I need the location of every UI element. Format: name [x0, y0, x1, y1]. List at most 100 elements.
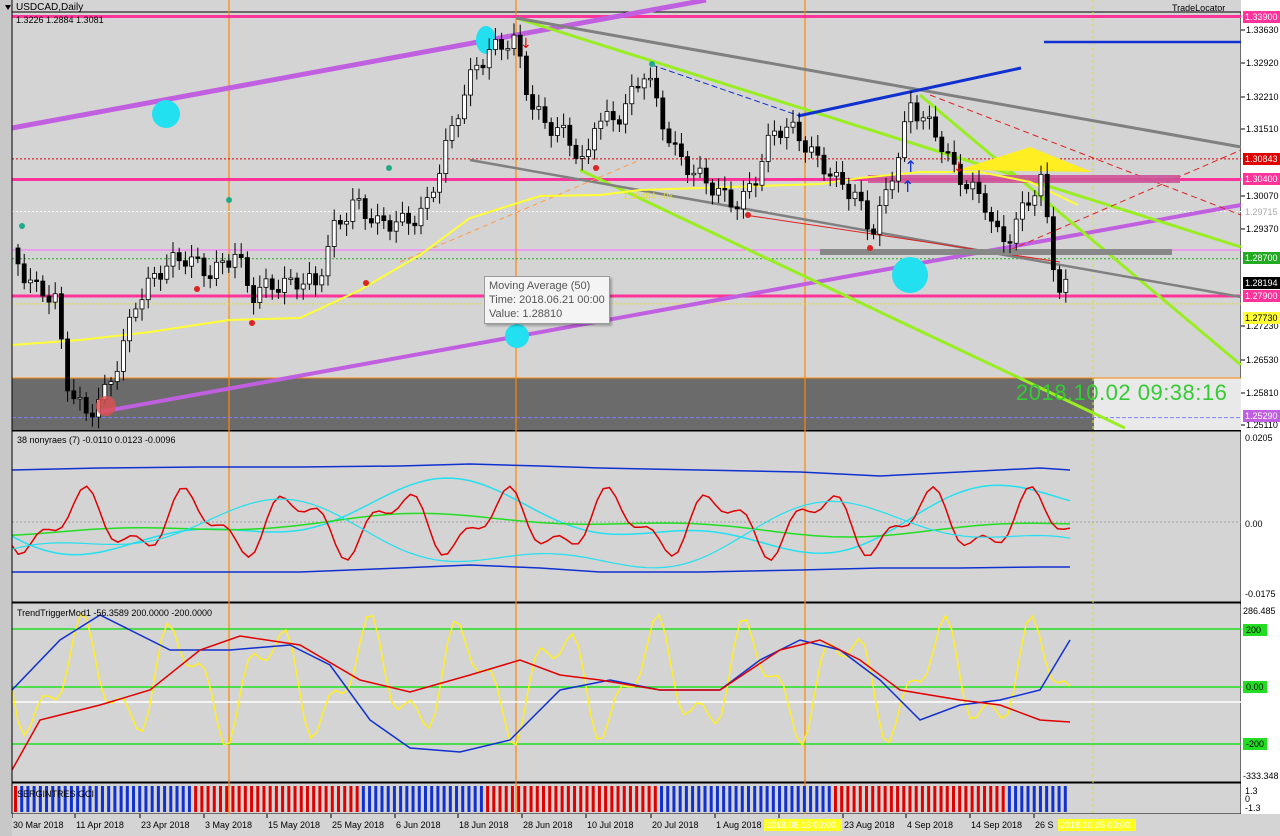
ind3-bar — [765, 786, 769, 812]
price-tick-label: 1.26530 — [1246, 355, 1279, 365]
ind3-bar — [579, 786, 583, 812]
candle-body — [207, 275, 213, 279]
candle-body — [59, 293, 64, 340]
ind3-bar — [840, 786, 844, 812]
time-label: 23 Apr 2018 — [141, 820, 190, 830]
candle-body — [536, 106, 542, 110]
ind3-bar — [492, 786, 496, 812]
candle-body — [1020, 202, 1025, 220]
ind3-bar — [330, 786, 334, 812]
candle-body — [40, 280, 46, 297]
candle-body — [300, 283, 306, 290]
ind3-bar — [212, 786, 216, 812]
chart-canvas[interactable]: ↑↑ ↓ ↓ 1.30484 - 0x 1.33630 1.32920 1.32210 1.3… — [0, 0, 1280, 836]
ind2-level-tag: 200 — [1246, 625, 1261, 635]
candle-body — [499, 38, 505, 50]
ind3-bar — [436, 786, 440, 812]
candle-body — [1013, 218, 1019, 244]
ind3-bar — [535, 786, 539, 812]
candle-body — [337, 220, 343, 225]
ind3-bar — [964, 786, 968, 812]
candle-body — [275, 288, 281, 293]
candle-body — [350, 199, 356, 222]
candle-body — [189, 256, 195, 267]
ind3-bar — [815, 786, 819, 812]
candle-body — [158, 273, 164, 280]
candle-body — [809, 146, 814, 153]
ind3-bar — [523, 786, 527, 812]
candle-body — [598, 120, 604, 129]
ind3-bar — [622, 786, 626, 812]
time-label: 18 Jun 2018 — [459, 820, 509, 830]
pivot-dot-1 — [19, 223, 25, 229]
cyan-marker-4 — [892, 257, 928, 293]
candle-body — [65, 338, 70, 392]
ind3-bar — [305, 786, 309, 812]
candle-body — [803, 140, 808, 153]
ind3-bar — [691, 786, 695, 812]
candle-body — [238, 253, 244, 258]
overlay-label: 1.30484 - 0x — [623, 191, 674, 201]
candle-body — [1007, 241, 1013, 244]
candle-body — [313, 273, 319, 286]
ind3-bar — [243, 786, 247, 812]
ind3-bar — [920, 786, 924, 812]
ind3-bar — [231, 786, 235, 812]
candle-body — [15, 247, 21, 265]
left-margin — [0, 0, 12, 836]
time-label: 20 Jul 2018 — [652, 820, 699, 830]
candle-body — [617, 119, 622, 125]
candle-body — [505, 48, 511, 51]
pivot-dot-9 — [745, 212, 751, 218]
price-tag-label: 1.28700 — [1245, 253, 1278, 263]
ind3-bar — [281, 786, 285, 812]
candle-body — [294, 277, 300, 290]
candle-body — [555, 127, 560, 136]
ind3-bar — [983, 786, 987, 812]
candle-body — [127, 316, 132, 342]
ind3-bar — [722, 786, 726, 812]
candle-body — [852, 191, 858, 200]
pane-1 — [11, 11, 1242, 431]
ind2-level-tag: 0.00 — [1246, 682, 1264, 692]
ind3-bar — [318, 786, 322, 812]
candle-body — [368, 218, 374, 224]
ind3-bar — [262, 786, 266, 812]
ind3-bar — [871, 786, 875, 812]
candle-body — [232, 253, 238, 268]
candle-body — [871, 228, 876, 235]
ind3-bar — [218, 786, 222, 812]
time-label: 3 May 2018 — [205, 820, 252, 830]
price-tick-label: 1.30070 — [1246, 191, 1279, 201]
candle-body — [257, 286, 263, 303]
ind3-bar — [784, 786, 788, 812]
ind3-bar — [796, 786, 800, 812]
time-label: 10 Jul 2018 — [587, 820, 634, 830]
ind3-bar — [939, 786, 943, 812]
candle-body — [703, 167, 709, 184]
candle-body — [635, 86, 641, 89]
ind3-bar — [1045, 786, 1049, 812]
cyan-marker-1 — [152, 100, 180, 128]
candle-body — [325, 246, 331, 277]
ind3-bar — [125, 786, 129, 812]
ind2-tick-label: -333.348 — [1243, 771, 1279, 781]
ind3-bar — [945, 786, 949, 812]
candle-body — [784, 126, 790, 138]
candle-body — [679, 143, 684, 158]
candle-body — [840, 172, 845, 185]
ind1-tick-label: 0.00 — [1245, 519, 1263, 529]
candle-body — [306, 273, 312, 285]
time-label: 23 Aug 2018 — [844, 820, 895, 830]
time-label: 6 Jun 2018 — [396, 820, 441, 830]
candle-body — [970, 181, 976, 190]
time-label: 4 Sep 2018 — [907, 820, 953, 830]
buy-arrow-2: ↑ — [904, 157, 917, 176]
candle-body — [21, 263, 27, 284]
candle-body — [691, 172, 697, 176]
price-tick-label: 1.33630 — [1246, 25, 1279, 35]
ind3-bar — [392, 786, 396, 812]
candle-body — [877, 205, 883, 235]
candle-body — [381, 215, 387, 222]
candle-body — [989, 211, 994, 222]
